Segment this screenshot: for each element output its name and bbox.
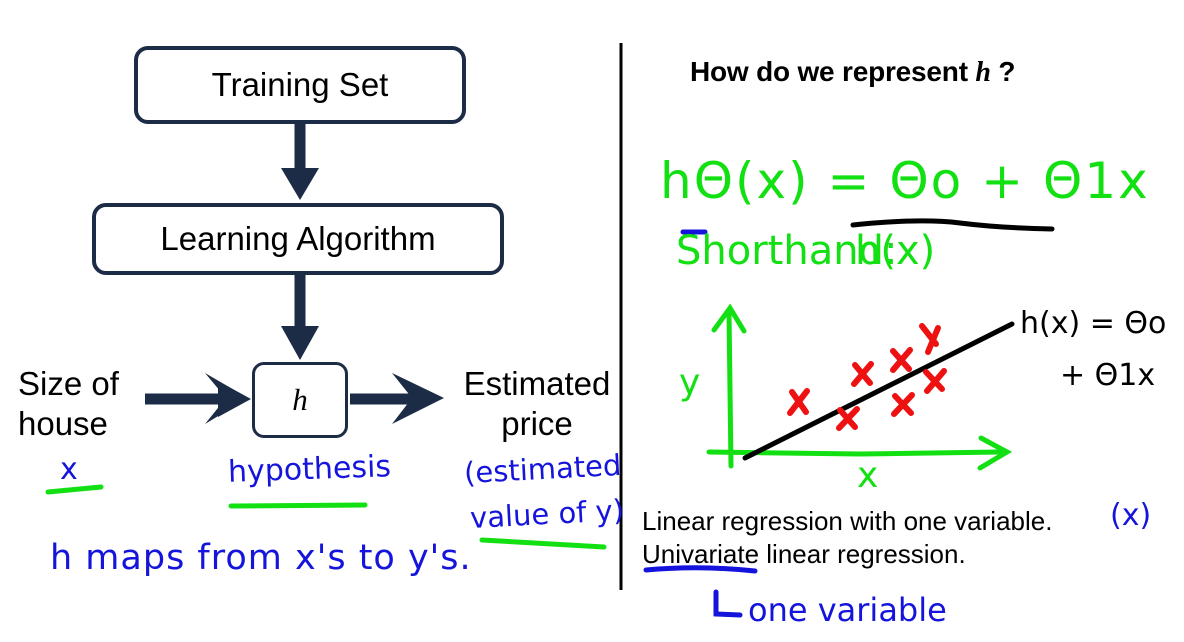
output-label-line1: Estimated	[463, 365, 611, 402]
scatter-points	[787, 323, 947, 431]
annotation-input-variable: x	[60, 452, 78, 487]
plot-line-annotation-line2: + Θ1x	[1060, 358, 1156, 393]
flow-box-training-set[interactable]: Training Set	[134, 46, 466, 124]
blue-hook	[713, 589, 743, 618]
annotation-output-note-line2: value of y)	[469, 492, 625, 536]
data-point	[891, 392, 915, 417]
data-point	[851, 361, 874, 387]
formula-shorthand-value: h(x)	[855, 228, 936, 274]
plot-y-axis-label: y	[679, 362, 701, 403]
plot-axes	[706, 303, 1013, 471]
data-point	[836, 406, 860, 431]
annotation-mapping-note: h maps from x's to y's.	[50, 538, 472, 578]
data-point	[923, 368, 947, 394]
data-point	[787, 388, 810, 416]
arrow-learning-to-h	[281, 275, 319, 360]
caption-margin-note: (x)	[1110, 498, 1152, 533]
formula-hypothesis: hΘ(x) = Θo + Θ1x	[660, 152, 1150, 210]
plot-line-annotation-line1: h(x) = Θo	[1020, 306, 1167, 341]
green-underline-hypothesis-stroke	[228, 502, 368, 509]
data-point	[919, 323, 941, 355]
data-point	[890, 347, 913, 373]
output-label-line2: price	[501, 405, 573, 442]
output-label: Estimated price	[452, 364, 622, 444]
caption-underline-note: one variable	[748, 591, 947, 629]
flow-box-hypothesis-h-label: h	[292, 382, 308, 417]
input-label-line1: Size of	[18, 365, 119, 402]
page-title-italic-h: h	[975, 57, 991, 88]
slide-canvas: Training Set Learning Algorithm h Size o…	[0, 0, 1184, 642]
annotation-output-note-line1: (estimated	[463, 447, 623, 491]
green-underline-estimated-value	[479, 537, 607, 550]
flow-box-hypothesis-h[interactable]: h	[252, 362, 348, 438]
plot-x-axis-label: x	[857, 455, 879, 496]
input-label: Size of house	[18, 364, 168, 444]
green-underline-x	[45, 484, 104, 495]
input-label-line2: house	[18, 405, 108, 442]
flow-box-learning-algorithm[interactable]: Learning Algorithm	[92, 203, 504, 275]
caption-univariate-regression: Univariate linear regression.	[642, 539, 966, 569]
arrow-training-to-learning	[281, 124, 319, 200]
page-title-prefix: How do we represent	[690, 56, 976, 87]
arrow-h-to-output	[350, 373, 444, 424]
page-title-suffix: ?	[990, 56, 1016, 87]
flow-box-training-set-label: Training Set	[211, 66, 389, 103]
annotation-hypothesis: hypothesis	[227, 449, 392, 490]
page-title: How do we represent h ?	[690, 56, 1015, 89]
caption-linear-regression: Linear regression with one variable.	[642, 506, 1053, 536]
flow-box-learning-algorithm-label: Learning Algorithm	[160, 220, 436, 257]
regression-line	[742, 321, 1015, 461]
